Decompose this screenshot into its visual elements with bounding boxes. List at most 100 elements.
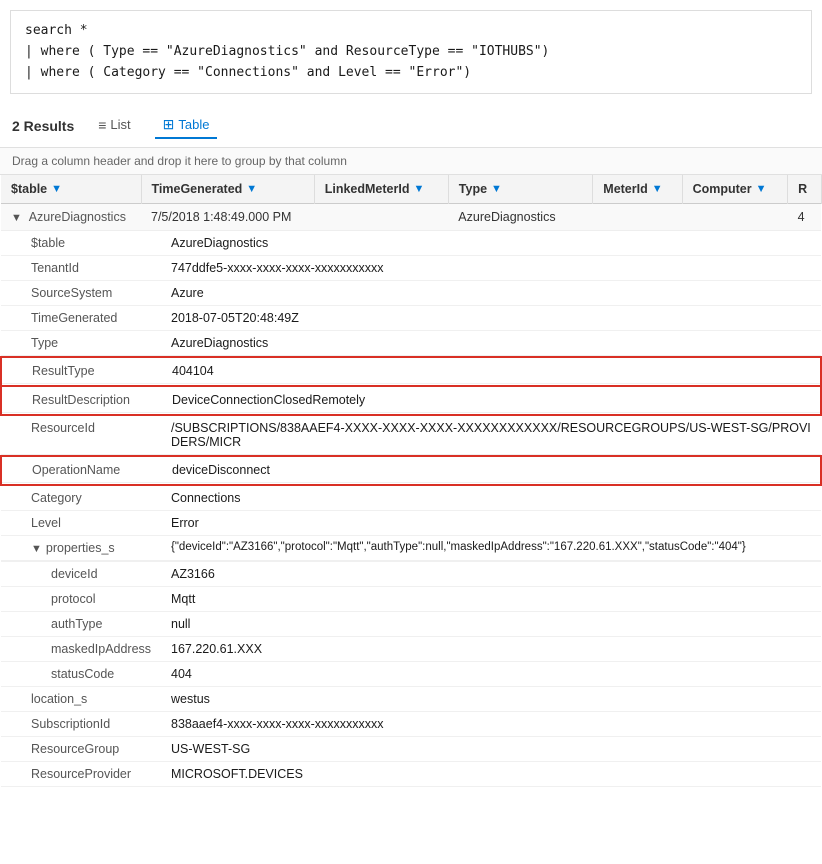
detail-row: location_s westus xyxy=(1,687,821,712)
sub-detail-key: authType xyxy=(1,612,161,636)
sub-detail-row: deviceId AZ3166 xyxy=(1,562,821,588)
tab-table[interactable]: ⊞ Table xyxy=(155,112,218,139)
detail-row: TimeGenerated 2018-07-05T20:48:49Z xyxy=(1,306,821,331)
sub-detail-key: deviceId xyxy=(1,562,161,586)
detail-key: ResourceGroup xyxy=(1,737,161,761)
table-icon: ⊞ xyxy=(163,116,175,133)
detail-value: DeviceConnectionClosedRemotely xyxy=(162,388,820,412)
main-row-linked xyxy=(314,204,448,231)
detail-row: $table AzureDiagnostics xyxy=(1,231,821,257)
results-count: 2 Results xyxy=(12,118,74,134)
detail-value: Azure xyxy=(161,281,821,305)
detail-row: ResultType 404104 xyxy=(1,357,821,386)
filter-icon-type[interactable]: ▼ xyxy=(491,183,502,195)
sub-detail-row: statusCode 404 xyxy=(1,662,821,687)
query-line-1: search * xyxy=(25,21,797,42)
detail-value: 838aaef4-xxxx-xxxx-xxxx-xxxxxxxxxxx xyxy=(161,712,821,736)
sub-detail-value: AZ3166 xyxy=(161,562,821,586)
detail-row: ResourceProvider MICROSOFT.DEVICES xyxy=(1,762,821,787)
detail-value: 2018-07-05T20:48:49Z xyxy=(161,306,821,330)
th-type[interactable]: Type ▼ xyxy=(448,175,592,204)
detail-row: SourceSystem Azure xyxy=(1,281,821,306)
filter-icon-stable[interactable]: ▼ xyxy=(51,183,62,195)
detail-row: Category Connections xyxy=(1,485,821,511)
detail-value: {"deviceId":"AZ3166","protocol":"Mqtt","… xyxy=(161,536,821,560)
th-r[interactable]: R xyxy=(788,175,821,204)
detail-value: 747ddfe5-xxxx-xxxx-xxxx-xxxxxxxxxxx xyxy=(161,256,821,280)
detail-key: TenantId xyxy=(1,256,161,280)
table-row-main[interactable]: AzureDiagnostics 7/5/2018 1:48:49.000 PM… xyxy=(1,204,821,231)
detail-key: Type xyxy=(1,331,161,355)
query-line-3: | where ( Category == "Connections" and … xyxy=(25,63,797,84)
results-bar: 2 Results ≡ List ⊞ Table xyxy=(0,104,822,148)
tab-list[interactable]: ≡ List xyxy=(90,113,138,139)
sub-detail-value: Mqtt xyxy=(161,587,821,611)
filter-icon-meter[interactable]: ▼ xyxy=(652,183,663,195)
detail-row: ResultDescription DeviceConnectionClosed… xyxy=(1,386,821,415)
sub-detail-row: protocol Mqtt xyxy=(1,587,821,612)
detail-value: /SUBSCRIPTIONS/838AAEF4-XXXX-XXXX-XXXX-X… xyxy=(161,416,821,454)
detail-value: Error xyxy=(161,511,821,535)
detail-row: SubscriptionId 838aaef4-xxxx-xxxx-xxxx-x… xyxy=(1,712,821,737)
sub-detail-row: authType null xyxy=(1,612,821,637)
detail-value: 404104 xyxy=(162,359,820,383)
list-icon: ≡ xyxy=(98,117,106,133)
th-stable[interactable]: $table ▼ xyxy=(1,175,141,204)
detail-row: OperationName deviceDisconnect xyxy=(1,456,821,485)
sub-detail-value: null xyxy=(161,612,821,636)
detail-value: US-WEST-SG xyxy=(161,737,821,761)
detail-row: Level Error xyxy=(1,511,821,536)
sub-detail-row: maskedIpAddress 167.220.61.XXX xyxy=(1,637,821,662)
detail-key: ResourceProvider xyxy=(1,762,161,786)
filter-icon-linked[interactable]: ▼ xyxy=(413,183,424,195)
drag-hint: Drag a column header and drop it here to… xyxy=(0,148,822,175)
detail-key: SourceSystem xyxy=(1,281,161,305)
detail-row: ResourceGroup US-WEST-SG xyxy=(1,737,821,762)
expand-arrow[interactable] xyxy=(11,212,22,224)
detail-key: OperationName xyxy=(2,458,162,482)
detail-key: ResultDescription xyxy=(2,388,162,412)
main-row-computer xyxy=(682,204,787,231)
filter-icon-time[interactable]: ▼ xyxy=(246,183,257,195)
sub-expand-arrow[interactable] xyxy=(31,543,42,555)
query-line-2: | where ( Type == "AzureDiagnostics" and… xyxy=(25,42,797,63)
query-box: search * | where ( Type == "AzureDiagnos… xyxy=(10,10,812,94)
detail-value: AzureDiagnostics xyxy=(161,331,821,355)
detail-value: AzureDiagnostics xyxy=(161,231,821,255)
detail-value: westus xyxy=(161,687,821,711)
detail-key: $table xyxy=(1,231,161,255)
tab-table-label: Table xyxy=(178,117,209,132)
main-row-meter xyxy=(593,204,682,231)
th-meterid[interactable]: MeterId ▼ xyxy=(593,175,682,204)
main-row-time: 7/5/2018 1:48:49.000 PM xyxy=(141,204,314,231)
main-row-r: 4 xyxy=(788,204,821,231)
th-linkedmeterid[interactable]: LinkedMeterId ▼ xyxy=(314,175,448,204)
main-row-type: AzureDiagnostics xyxy=(448,204,592,231)
th-timegenerated[interactable]: TimeGenerated ▼ xyxy=(141,175,314,204)
detail-value: MICROSOFT.DEVICES xyxy=(161,762,821,786)
detail-key: properties_s xyxy=(1,536,161,560)
detail-key: ResultType xyxy=(2,359,162,383)
main-row-stable: AzureDiagnostics xyxy=(29,210,126,224)
detail-key: Level xyxy=(1,511,161,535)
sub-detail-value: 404 xyxy=(161,662,821,686)
data-table: $table ▼ TimeGenerated ▼ LinkedMeterId ▼ xyxy=(0,175,822,787)
detail-value: deviceDisconnect xyxy=(162,458,820,482)
detail-key: ResourceId xyxy=(1,416,161,454)
detail-value: Connections xyxy=(161,486,821,510)
sub-detail-key: protocol xyxy=(1,587,161,611)
detail-row: TenantId 747ddfe5-xxxx-xxxx-xxxx-xxxxxxx… xyxy=(1,256,821,281)
detail-row: ResourceId /SUBSCRIPTIONS/838AAEF4-XXXX-… xyxy=(1,415,821,456)
filter-icon-computer[interactable]: ▼ xyxy=(756,183,767,195)
expand-button[interactable]: AzureDiagnostics xyxy=(1,204,141,231)
sub-detail-key: maskedIpAddress xyxy=(1,637,161,661)
detail-key: location_s xyxy=(1,687,161,711)
th-computer[interactable]: Computer ▼ xyxy=(682,175,787,204)
sub-detail-value: 167.220.61.XXX xyxy=(161,637,821,661)
tab-list-label: List xyxy=(110,117,130,132)
detail-row: Type AzureDiagnostics xyxy=(1,331,821,357)
table-header-row: $table ▼ TimeGenerated ▼ LinkedMeterId ▼ xyxy=(1,175,821,204)
table-container: $table ▼ TimeGenerated ▼ LinkedMeterId ▼ xyxy=(0,175,822,787)
detail-key: Category xyxy=(1,486,161,510)
sub-detail-key: statusCode xyxy=(1,662,161,686)
